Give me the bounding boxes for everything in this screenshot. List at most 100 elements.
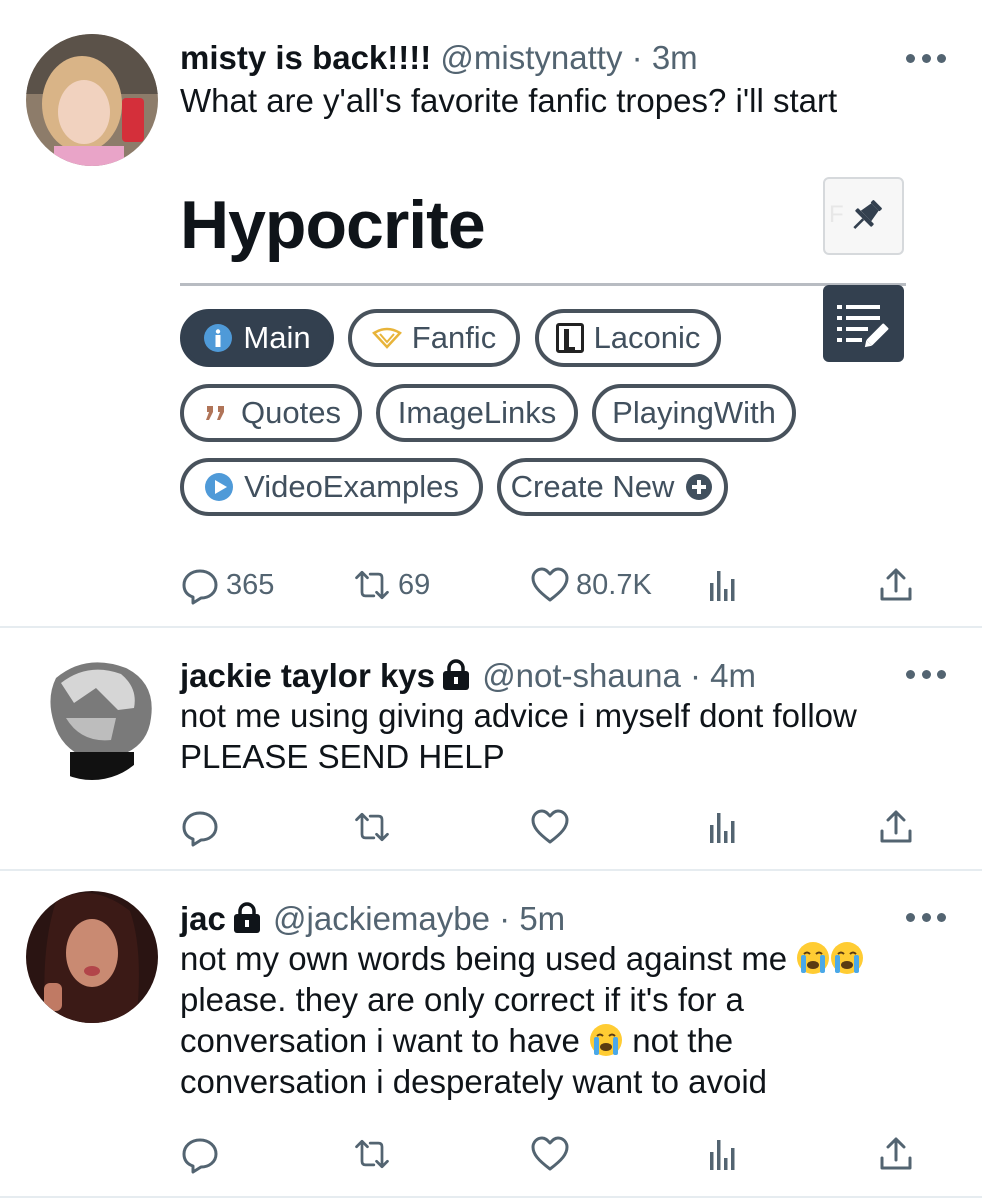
timestamp[interactable]: 3m — [652, 39, 698, 76]
lock-icon — [443, 659, 470, 690]
chip-label: Main — [243, 320, 311, 355]
chip-label: Laconic — [593, 320, 701, 355]
fanfic-icon — [371, 327, 402, 349]
crying-emoji — [590, 1024, 623, 1056]
title-divider — [180, 283, 906, 286]
pin-icon — [853, 200, 882, 229]
chip-laconic[interactable]: Laconic — [535, 309, 721, 367]
separator-dot: · — [631, 39, 643, 76]
analytics-icon — [710, 571, 735, 601]
chip-label: Create New — [510, 469, 675, 504]
more-icon[interactable] — [906, 668, 946, 680]
avatar[interactable] — [26, 648, 158, 780]
crying-emoji — [797, 942, 830, 974]
tweet-text: not me using giving advice i myself dont… — [180, 697, 857, 775]
like-button[interactable]: 80.7K — [530, 563, 652, 607]
chip-videoexamples[interactable]: VideoExamples — [180, 458, 483, 516]
display-name[interactable]: misty is back!!!! — [180, 39, 431, 76]
avatar-photo — [26, 648, 158, 780]
avatar-photo — [26, 891, 158, 1023]
chip-main[interactable]: Main — [180, 309, 334, 367]
laconic-icon — [555, 323, 584, 353]
user-handle[interactable]: @not-shauna — [482, 657, 681, 694]
list-edit-icon — [837, 305, 889, 348]
text-line: please. they are only correct if it's fo… — [180, 979, 864, 1020]
reply-button[interactable] — [180, 805, 220, 849]
retweet-button[interactable] — [352, 805, 392, 849]
retweet-icon — [355, 1139, 389, 1169]
separator-dot: · — [499, 900, 511, 937]
like-button[interactable] — [530, 1132, 570, 1176]
avatar-photo — [26, 34, 158, 166]
retweet-button[interactable]: 69 — [352, 563, 430, 607]
tweet-1[interactable]: misty is back!!!! @mistynatty · 3m What … — [0, 0, 982, 627]
share-button[interactable] — [876, 805, 916, 849]
quote-icon — [206, 406, 225, 420]
faint-label: F — [829, 201, 844, 228]
chip-label: VideoExamples — [244, 469, 459, 504]
action-bar — [180, 1132, 920, 1176]
action-bar: 365 69 80.7K — [180, 563, 920, 607]
retweet-icon — [355, 570, 389, 600]
analytics-button[interactable] — [704, 805, 744, 849]
text-line: conversation i desperately want to avoid — [180, 1061, 864, 1102]
reply-button[interactable]: 365 — [180, 563, 274, 607]
text-line: not my own words being used against me — [180, 938, 864, 979]
plus-circle-icon — [686, 474, 713, 500]
analytics-icon — [710, 813, 735, 843]
text-segment: not the — [623, 1022, 734, 1059]
more-icon[interactable] — [906, 911, 946, 923]
share-button[interactable] — [876, 563, 916, 607]
chip-label: PlayingWith — [612, 395, 776, 430]
like-button[interactable] — [530, 805, 570, 849]
text-line: conversation i want to have not the — [180, 1020, 864, 1061]
like-icon — [531, 809, 569, 844]
chip-imagelinks[interactable]: ImageLinks — [376, 384, 578, 442]
reply-icon — [182, 1138, 218, 1174]
chip-playingwith[interactable]: PlayingWith — [592, 384, 796, 442]
tweet-text: What are y'all's favorite fanfic tropes?… — [180, 82, 838, 119]
user-handle[interactable]: @mistynatty — [440, 39, 622, 76]
avatar[interactable] — [26, 891, 158, 1023]
info-icon — [204, 324, 233, 352]
timestamp[interactable]: 4m — [710, 657, 756, 694]
tweet-2[interactable]: jackie taylor kys @not-shauna · 4m not m… — [0, 628, 982, 869]
display-name[interactable]: jackie taylor kys — [180, 657, 435, 694]
chip-quotes[interactable]: Quotes — [180, 384, 362, 442]
chip-label: Quotes — [241, 395, 341, 430]
chip-create-new[interactable]: Create New — [497, 458, 728, 516]
tweet-divider — [0, 1196, 982, 1198]
avatar[interactable] — [26, 34, 158, 166]
chip-label: ImageLinks — [397, 395, 557, 430]
reply-icon — [182, 569, 218, 605]
display-name[interactable]: jac — [180, 900, 226, 937]
timestamp[interactable]: 5m — [519, 900, 565, 937]
share-icon — [880, 568, 912, 601]
analytics-icon — [710, 1140, 735, 1170]
tweet-3[interactable]: jac @jackiemaybe · 5m not my own words b… — [0, 871, 982, 1198]
share-button[interactable] — [876, 1132, 916, 1176]
more-icon[interactable] — [906, 52, 946, 64]
play-icon — [205, 473, 234, 501]
retweet-button[interactable] — [352, 1132, 392, 1176]
retweet-icon — [355, 812, 389, 842]
list-edit-button[interactable] — [823, 285, 904, 362]
crying-emoji — [831, 942, 864, 974]
like-count: 80.7K — [576, 568, 652, 601]
text-segment: please. they are only correct if it's fo… — [180, 981, 744, 1018]
analytics-button[interactable] — [704, 563, 744, 607]
lock-icon — [233, 902, 260, 933]
pin-button[interactable]: F — [823, 177, 904, 255]
reply-button[interactable] — [180, 1132, 220, 1176]
action-bar — [180, 805, 920, 849]
user-handle[interactable]: @jackiemaybe — [273, 900, 490, 937]
chip-label: Fanfic — [411, 320, 497, 355]
analytics-button[interactable] — [704, 1132, 744, 1176]
trope-title: Hypocrite — [180, 187, 486, 263]
share-icon — [880, 810, 912, 843]
text-segment: conversation i desperately want to avoid — [180, 1063, 768, 1100]
share-icon — [880, 1137, 912, 1170]
like-icon — [531, 1136, 569, 1171]
chip-fanfic[interactable]: Fanfic — [348, 309, 520, 367]
tweet-text: not my own words being used against me p… — [180, 938, 864, 1102]
